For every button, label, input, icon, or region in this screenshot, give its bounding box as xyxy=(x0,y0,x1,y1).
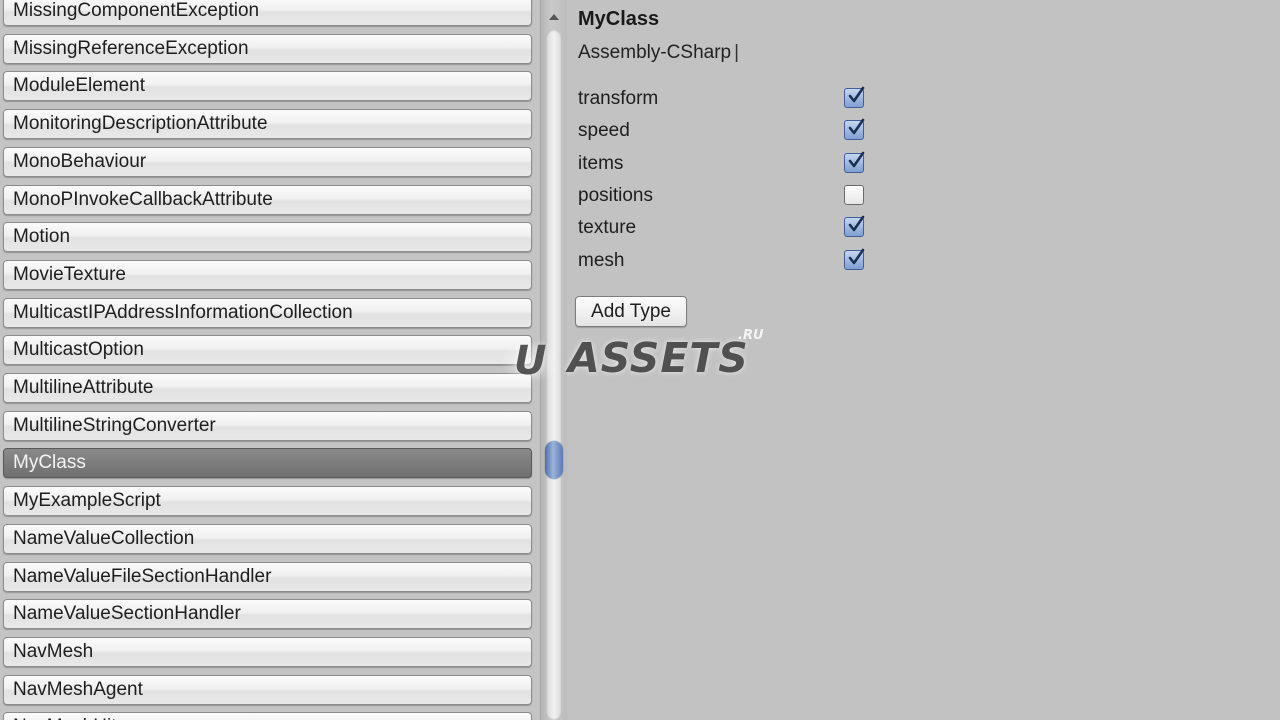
field-include-checkbox[interactable] xyxy=(844,215,865,237)
type-list-item[interactable]: NameValueSectionHandler xyxy=(3,599,532,629)
field-label: items xyxy=(578,153,624,174)
field-row: positions xyxy=(578,183,873,209)
type-list-item[interactable]: NameValueCollection xyxy=(3,524,532,554)
type-list-item[interactable]: MovieTexture xyxy=(3,260,532,290)
type-list-item[interactable]: MonoBehaviour xyxy=(3,147,532,177)
scrollbar-groove[interactable] xyxy=(546,30,562,720)
type-list-item[interactable]: ModuleElement xyxy=(3,71,532,101)
field-include-checkbox[interactable] xyxy=(844,151,865,173)
type-list-item[interactable]: MonitoringDescriptionAttribute xyxy=(3,109,532,139)
field-row: texture xyxy=(578,215,873,241)
field-row: items xyxy=(578,151,873,177)
type-list-item[interactable]: NameValueFileSectionHandler xyxy=(3,562,532,592)
checkmark-icon xyxy=(848,215,865,232)
type-list-item[interactable]: MissingReferenceException xyxy=(3,34,532,64)
type-list: MissingComponentException MissingReferenc… xyxy=(0,0,540,720)
checkmark-icon xyxy=(848,86,865,103)
field-row: transform xyxy=(578,86,873,112)
field-include-checkbox[interactable] xyxy=(844,118,865,140)
type-selector-window: MissingComponentException MissingReferenc… xyxy=(0,0,1280,720)
type-list-item[interactable]: MulticastOption xyxy=(3,335,532,365)
field-row: mesh xyxy=(578,248,873,274)
field-include-checkbox[interactable] xyxy=(844,248,865,270)
type-list-item[interactable]: NavMesh xyxy=(3,637,532,667)
checkmark-icon xyxy=(848,248,865,265)
type-list-item[interactable]: MulticastIPAddressInformationCollection xyxy=(3,298,532,328)
type-list-item[interactable]: NavMeshAgent xyxy=(3,675,532,705)
add-type-button[interactable]: Add Type xyxy=(575,296,687,327)
field-row: speed xyxy=(578,118,873,144)
scroll-up-arrow-icon[interactable] xyxy=(549,14,559,20)
field-label: transform xyxy=(578,88,659,109)
field-label: positions xyxy=(578,185,653,206)
assembly-label: Assembly-CSharp | xyxy=(578,42,739,64)
scrollbar-thumb[interactable] xyxy=(545,441,563,479)
field-include-checkbox[interactable] xyxy=(844,185,864,205)
type-list-item[interactable]: MonoPInvokeCallbackAttribute xyxy=(3,185,532,215)
assembly-name: Assembly-CSharp xyxy=(578,42,732,63)
checkmark-icon xyxy=(848,151,865,168)
checkmark-icon xyxy=(848,118,865,135)
field-label: mesh xyxy=(578,250,625,271)
type-list-scrollbar[interactable] xyxy=(540,0,567,720)
class-name-title: MyClass xyxy=(578,8,660,30)
assembly-separator: | xyxy=(734,42,740,63)
type-list-item[interactable]: MultilineStringConverter xyxy=(3,411,532,441)
type-list-item[interactable]: NavMeshHit xyxy=(3,712,532,720)
type-list-item[interactable]: MultilineAttribute xyxy=(3,373,532,403)
field-label: texture xyxy=(578,217,637,238)
type-list-item[interactable]: MyClass xyxy=(3,448,532,478)
type-list-item[interactable]: Motion xyxy=(3,222,532,252)
field-include-checkbox[interactable] xyxy=(844,86,865,108)
type-inspector-panel: MyClass Assembly-CSharp | transform speed i… xyxy=(567,0,1280,720)
field-label: speed xyxy=(578,120,630,141)
type-list-item[interactable]: MissingComponentException xyxy=(3,0,532,26)
type-list-item[interactable]: MyExampleScript xyxy=(3,486,532,516)
